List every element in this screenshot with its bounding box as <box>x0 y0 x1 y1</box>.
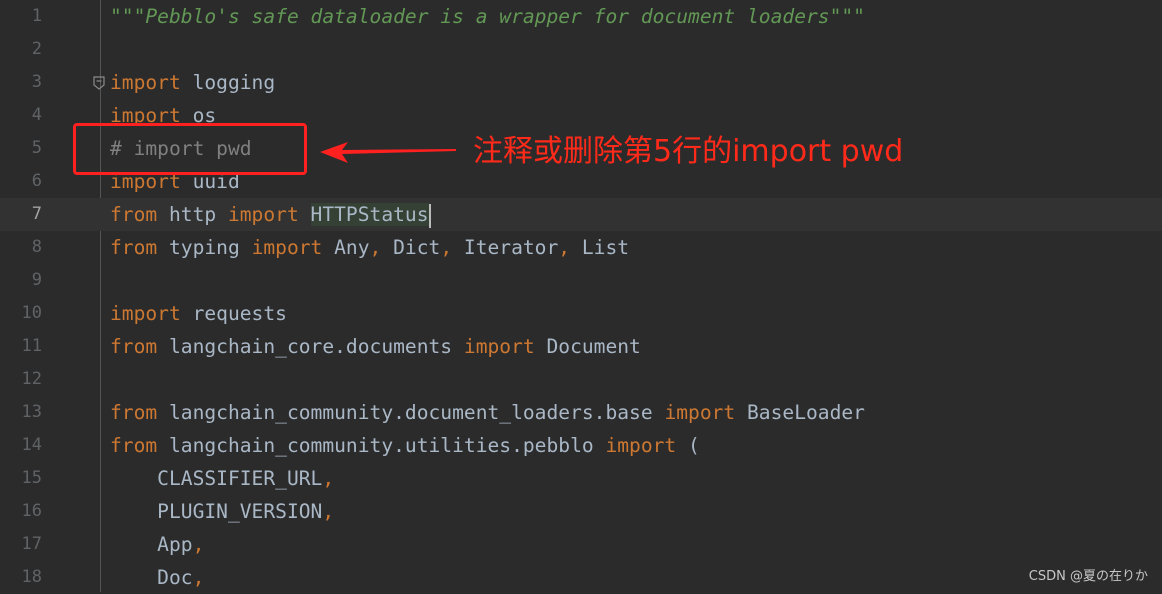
watermark: CSDN @夏の在りか <box>1028 569 1148 584</box>
code-text[interactable]: Doc, <box>110 561 204 594</box>
token-identifier: Any <box>322 236 370 259</box>
token-keyword: import <box>463 335 535 358</box>
code-text[interactable]: from langchain_community.document_loader… <box>110 396 865 429</box>
code-line[interactable]: 15 CLASSIFIER_URL, <box>0 462 1162 495</box>
token-docstring: """Pebblo's safe dataloader is a wrapper… <box>110 5 865 28</box>
code-line[interactable]: 10 import requests <box>0 297 1162 330</box>
token-identifier: Dict <box>381 236 441 259</box>
token-keyword: from <box>110 335 158 358</box>
code-text[interactable]: CLASSIFIER_URL, <box>110 462 334 495</box>
token-identifier: requests <box>180 302 287 325</box>
token-identifier: langchain_community.utilities.pebblo <box>157 434 606 457</box>
code-line[interactable]: 9 <box>0 264 1162 297</box>
code-line[interactable]: 18 Doc, <box>0 561 1162 594</box>
token-punctuation: , <box>558 236 571 259</box>
token-identifier: http <box>157 203 228 226</box>
token-punctuation: , <box>440 236 453 259</box>
code-line[interactable]: 16 PLUGIN_VERSION, <box>0 495 1162 528</box>
token-punctuation: , <box>322 500 335 523</box>
code-line[interactable]: 2 <box>0 33 1162 66</box>
token-identifier: BaseLoader <box>735 401 865 424</box>
code-text[interactable]: PLUGIN_VERSION, <box>110 495 334 528</box>
token-keyword: import <box>110 302 181 325</box>
line-number: 15 <box>21 468 42 488</box>
token-punctuation: , <box>192 533 205 556</box>
code-text[interactable]: import logging <box>110 66 275 99</box>
line-number: 14 <box>21 435 42 455</box>
text-cursor <box>428 203 431 228</box>
code-line[interactable]: 7 from http import HTTPStatus <box>0 198 1162 231</box>
token-identifier: Doc <box>110 566 193 589</box>
token-keyword: import <box>251 236 323 259</box>
token-keyword: from <box>110 434 158 457</box>
token-identifier <box>299 203 311 226</box>
code-text[interactable]: from typing import Any, Dict, Iterator, … <box>110 231 629 264</box>
line-number: 5 <box>31 138 42 158</box>
line-number: 6 <box>31 171 42 191</box>
code-text[interactable]: import requests <box>110 297 287 330</box>
token-keyword: from <box>110 236 158 259</box>
line-number: 11 <box>21 336 42 356</box>
line-number: 8 <box>31 237 42 257</box>
code-line[interactable]: 12 <box>0 363 1162 396</box>
line-number: 1 <box>31 6 42 26</box>
line-number: 7 <box>31 204 42 224</box>
line-number: 2 <box>31 39 42 59</box>
line-number: 13 <box>21 402 42 422</box>
token-highlighted-identifier: HTTPStatus <box>310 203 429 226</box>
arrow-left-icon <box>320 142 456 163</box>
token-identifier: logging <box>180 71 276 94</box>
token-keyword: from <box>110 203 158 226</box>
code-text[interactable]: from http import HTTPStatus <box>110 198 431 231</box>
token-keyword: import <box>605 434 677 457</box>
code-line[interactable]: 8 from typing import Any, Dict, Iterator,… <box>0 231 1162 264</box>
token-keyword: import <box>664 401 736 424</box>
code-line[interactable]: 13 from langchain_community.document_load… <box>0 396 1162 429</box>
code-line[interactable]: 11 from langchain_core.documents import D… <box>0 330 1162 363</box>
line-number: 18 <box>21 567 42 587</box>
line-number: 9 <box>31 270 42 290</box>
line-number: 3 <box>31 72 42 92</box>
line-number: 4 <box>31 105 42 125</box>
code-line[interactable]: 14 from langchain_community.utilities.peb… <box>0 429 1162 462</box>
token-punctuation: , <box>322 467 335 490</box>
token-identifier: CLASSIFIER_URL <box>110 467 323 490</box>
code-text[interactable]: from langchain_core.documents import Doc… <box>110 330 641 363</box>
token-identifier: langchain_core.documents <box>157 335 464 358</box>
code-line[interactable]: 17 App, <box>0 528 1162 561</box>
token-identifier: Document <box>534 335 641 358</box>
line-number: 17 <box>21 534 42 554</box>
token-identifier: typing <box>157 236 252 259</box>
token-identifier: PLUGIN_VERSION <box>110 500 323 523</box>
token-keyword: import <box>227 203 299 226</box>
fold-marker-icon[interactable] <box>93 76 105 90</box>
token-keyword: from <box>110 401 158 424</box>
token-identifier: Iterator <box>452 236 559 259</box>
line-number: 12 <box>21 369 42 389</box>
token-keyword: import <box>110 71 181 94</box>
code-line[interactable]: 1 """Pebblo's safe dataloader is a wrappe… <box>0 0 1162 33</box>
code-line[interactable]: 3 import logging <box>0 66 1162 99</box>
code-text[interactable]: from langchain_community.utilities.pebbl… <box>110 429 700 462</box>
line-number: 10 <box>21 303 42 323</box>
token-identifier: App <box>110 533 193 556</box>
token-punctuation: , <box>369 236 382 259</box>
highlight-box <box>73 123 307 175</box>
line-number: 16 <box>21 501 42 521</box>
code-text[interactable]: """Pebblo's safe dataloader is a wrapper… <box>110 0 865 33</box>
token-identifier: ( <box>676 434 700 457</box>
token-identifier: langchain_community.document_loaders.bas… <box>157 401 665 424</box>
token-punctuation: , <box>192 566 205 589</box>
annotation-note: 注释或删除第5行的import pwd <box>473 134 904 169</box>
token-identifier: List <box>570 236 630 259</box>
code-text[interactable]: App, <box>110 528 204 561</box>
